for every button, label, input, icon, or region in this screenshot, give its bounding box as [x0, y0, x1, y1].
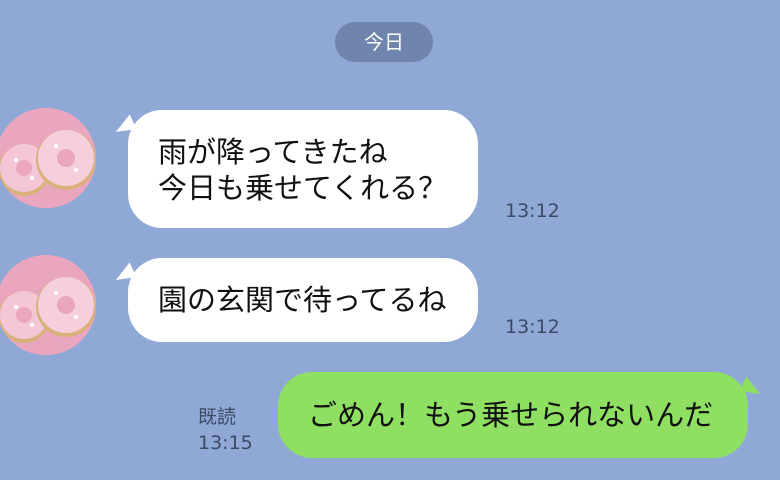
sender-avatar[interactable] — [0, 255, 96, 355]
message-bubble-incoming[interactable]: 雨が降ってきたね 今日も乗せてくれる？ — [128, 110, 478, 228]
read-receipt: 既読 13:15 — [198, 404, 253, 456]
sender-avatar[interactable] — [0, 108, 96, 208]
donut-avatar-icon — [0, 108, 96, 208]
message-time: 13:12 — [505, 316, 560, 338]
message-bubble-incoming[interactable]: 園の玄関で待ってるね — [128, 258, 478, 342]
message-time: 13:15 — [198, 432, 253, 454]
message-bubble-outgoing[interactable]: ごめん！もう乗せられないんだ — [278, 372, 748, 458]
read-label: 既読 — [198, 406, 237, 428]
message-time: 13:12 — [505, 200, 560, 222]
donut-avatar-icon — [0, 255, 96, 355]
date-divider: 今日 — [335, 22, 433, 62]
